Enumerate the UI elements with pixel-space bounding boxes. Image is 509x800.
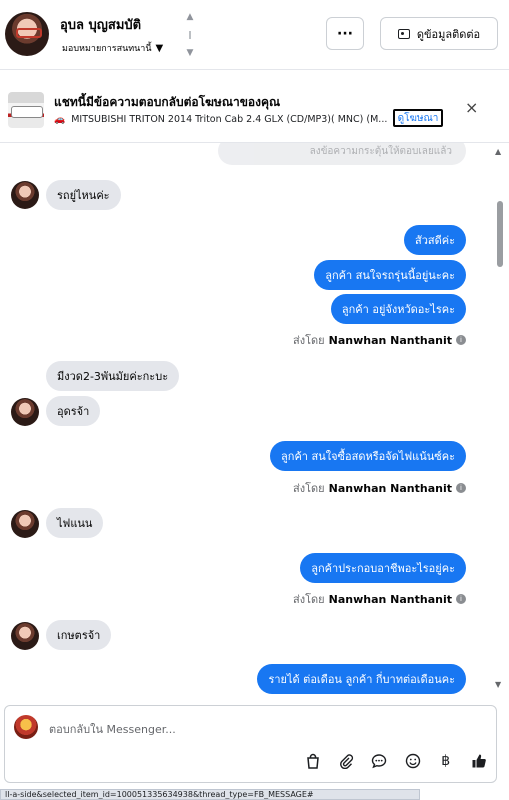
scroll-thumb[interactable] [497, 201, 503, 267]
contact-avatar-small [11, 622, 39, 650]
saved-replies-icon[interactable] [369, 751, 389, 771]
sent-by-prefix: ส่งโดย [293, 334, 325, 347]
sent-by-name: Nanwhan Nanthanit [328, 481, 452, 495]
info-icon[interactable]: i [456, 594, 466, 604]
outgoing-message: ลูกค้าประกอบอาชีพอะไรอยู่คะ [300, 553, 466, 583]
divider [189, 31, 191, 39]
info-icon[interactable]: i [456, 483, 466, 493]
contact-card-icon [397, 28, 410, 39]
view-contact-button[interactable]: ดูข้อมูลติดต่อ [380, 17, 498, 50]
conversation-header: อุบล บุญสมบัติ มอบหมายการสนทนานี้ ▼ ▲ ▼ … [0, 0, 509, 70]
outgoing-message: รายได้ ต่อเดือน ลูกค้า กี่บาทต่อเดือนคะ [257, 664, 466, 694]
scroll-down-arrow-icon[interactable]: ▼ [495, 680, 501, 689]
contact-avatar-small [11, 181, 39, 209]
contact-avatar-small [11, 398, 39, 426]
faded-message: ลงข้อความกระตุ้นให้ตอบเลยแล้ว [218, 143, 466, 165]
page-avatar [14, 715, 38, 739]
reply-composer: ตอบกลับใน Messenger... ฿ [4, 705, 497, 783]
thumbs-up-icon[interactable] [469, 751, 489, 771]
emoji-icon[interactable] [403, 751, 423, 771]
incoming-message: อุดรจ้า [46, 396, 101, 426]
contact-name[interactable]: อุบล บุญสมบัติ [60, 14, 141, 35]
incoming-message: ไฟแนน [46, 508, 104, 538]
thread-scrollbar[interactable]: ▲ ▼ [495, 147, 505, 689]
chevron-down-icon: ▼ [155, 42, 164, 54]
messenger-inbox-pane: อุบล บุญสมบัติ มอบหมายการสนทนานี้ ▼ ▲ ▼ … [0, 0, 509, 800]
car-icon: 🚗 [54, 114, 66, 125]
sent-by-label: ส่งโดย Nanwhan Nanthanit i [293, 479, 466, 497]
outgoing-message: ลูกค้า อยู่จังหวัดอะไรคะ [330, 294, 466, 324]
more-options-button[interactable]: ··· [326, 17, 364, 50]
ad-subtitle: MITSUBISHI TRITON 2014 Triton Cab 2.4 GL… [71, 114, 388, 125]
ad-banner-title: แชทนี้มีข้อความตอบกลับต่อโฆษณาของคุณ [54, 95, 281, 109]
paperclip-icon[interactable] [336, 751, 356, 771]
ad-reply-banner: แชทนี้มีข้อความตอบกลับต่อโฆษณาของคุณ 🚗 M… [0, 76, 509, 143]
outgoing-message: สัวสดีค่ะ [403, 225, 466, 255]
sent-by-prefix: ส่งโดย [293, 482, 325, 495]
sent-by-name: Nanwhan Nanthanit [328, 592, 452, 606]
incoming-message: รถยู่ไหนค่ะ [46, 180, 121, 210]
ad-thumbnail[interactable] [8, 92, 44, 128]
incoming-message: เกษตรจ้า [46, 620, 112, 650]
conversation-nav[interactable]: ▲ ▼ [185, 12, 195, 58]
chevron-up-icon[interactable]: ▲ [187, 12, 194, 22]
assign-conversation-dropdown[interactable]: มอบหมายการสนทนานี้ ▼ [62, 41, 163, 55]
close-icon[interactable]: × [465, 98, 478, 117]
incoming-message: มีงวด2-3พันมัยค่ะกะบะ [46, 361, 180, 391]
contact-avatar-small [11, 510, 39, 538]
contact-avatar[interactable] [5, 12, 49, 56]
browser-status-url: ll-a-side&selected_item_id=1000513356349… [0, 789, 420, 800]
message-thread[interactable]: ลงข้อความกระตุ้นให้ตอบเลยแล้ว รถยู่ไหนค่… [0, 143, 509, 695]
composer-toolbar: ฿ [303, 750, 489, 772]
scroll-up-arrow-icon[interactable]: ▲ [495, 147, 501, 156]
view-ad-link[interactable]: ดูโฆษณา [393, 109, 443, 127]
sent-by-prefix: ส่งโดย [293, 593, 325, 606]
assign-label: มอบหมายการสนทนานี้ [62, 44, 152, 54]
baht-payment-icon[interactable]: ฿ [436, 751, 456, 771]
outgoing-message: ลูกค้า สนใจซื้อสดหรือจัดไฟแน้นซ์คะ [270, 441, 466, 471]
ad-subtitle-row: 🚗 MITSUBISHI TRITON 2014 Triton Cab 2.4 … [54, 114, 394, 125]
outgoing-message: ลูกค้า สนใจรถรุ่นนี้อยู่นะคะ [314, 260, 466, 290]
sent-by-label: ส่งโดย Nanwhan Nanthanit i [293, 331, 466, 349]
message-input[interactable]: ตอบกลับใน Messenger... [49, 720, 176, 738]
chevron-down-icon[interactable]: ▼ [187, 48, 194, 58]
view-contact-label: ดูข้อมูลติดต่อ [416, 27, 481, 41]
sent-by-label: ส่งโดย Nanwhan Nanthanit i [293, 590, 466, 608]
info-icon[interactable]: i [456, 335, 466, 345]
shopping-bag-icon[interactable] [303, 751, 323, 771]
sent-by-name: Nanwhan Nanthanit [328, 333, 452, 347]
